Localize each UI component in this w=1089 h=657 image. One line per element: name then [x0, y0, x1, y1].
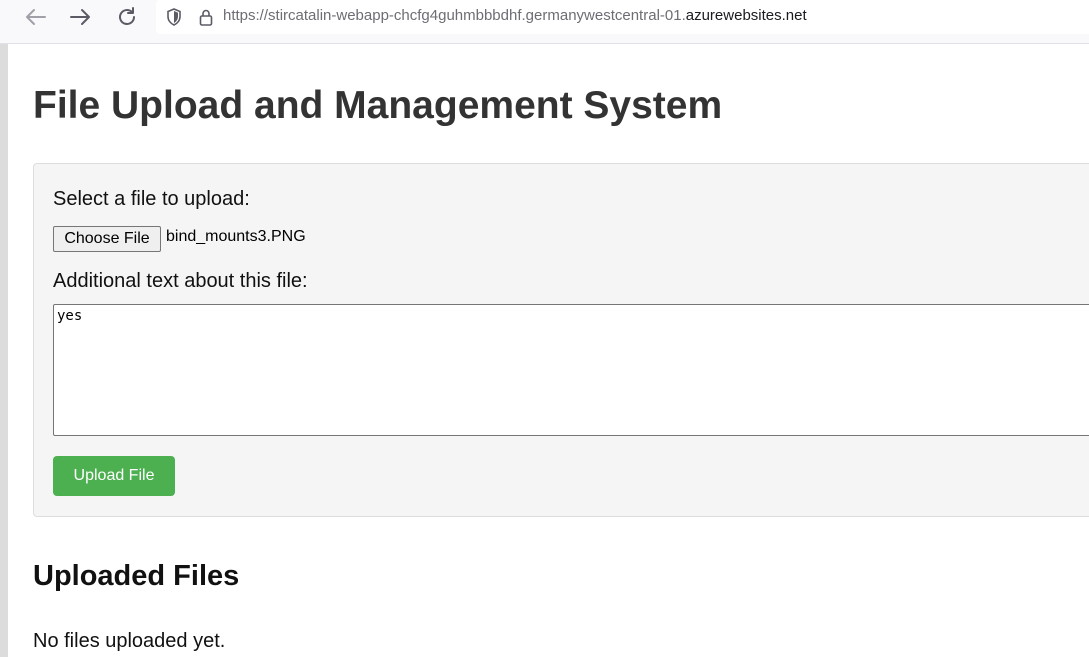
choose-file-button[interactable]: Choose File — [53, 226, 161, 252]
url-text[interactable]: https://stircatalin-webapp-chcfg4guhmbbb… — [223, 7, 807, 24]
arrow-left-icon[interactable] — [20, 4, 50, 30]
window-edge — [0, 44, 8, 657]
address-bar[interactable]: https://stircatalin-webapp-chcfg4guhmbbb… — [156, 0, 1089, 34]
reload-icon[interactable] — [112, 4, 142, 30]
shield-icon[interactable] — [165, 8, 183, 26]
arrow-right-icon[interactable] — [66, 4, 96, 30]
page-content: File Upload and Management System Select… — [8, 44, 1089, 657]
additional-text-field[interactable]: yes — [53, 304, 1089, 436]
file-select-label: Select a file to upload: — [53, 188, 250, 210]
url-host: azurewebsites.net — [685, 7, 807, 24]
upload-form: Select a file to upload: Choose File bin… — [33, 163, 1089, 517]
url-prefix: https://stircatalin-webapp-chcfg4guhmbbb… — [223, 7, 686, 24]
additional-text-label: Additional text about this file: — [53, 270, 308, 292]
empty-files-message: No files uploaded yet. — [33, 630, 226, 652]
uploaded-files-heading: Uploaded Files — [33, 560, 240, 592]
upload-file-button[interactable]: Upload File — [53, 456, 175, 496]
browser-toolbar: https://stircatalin-webapp-chcfg4guhmbbb… — [0, 0, 1089, 44]
lock-icon[interactable] — [197, 8, 215, 26]
page-title: File Upload and Management System — [33, 84, 723, 127]
selected-file-name: bind_mounts3.PNG — [166, 228, 306, 245]
